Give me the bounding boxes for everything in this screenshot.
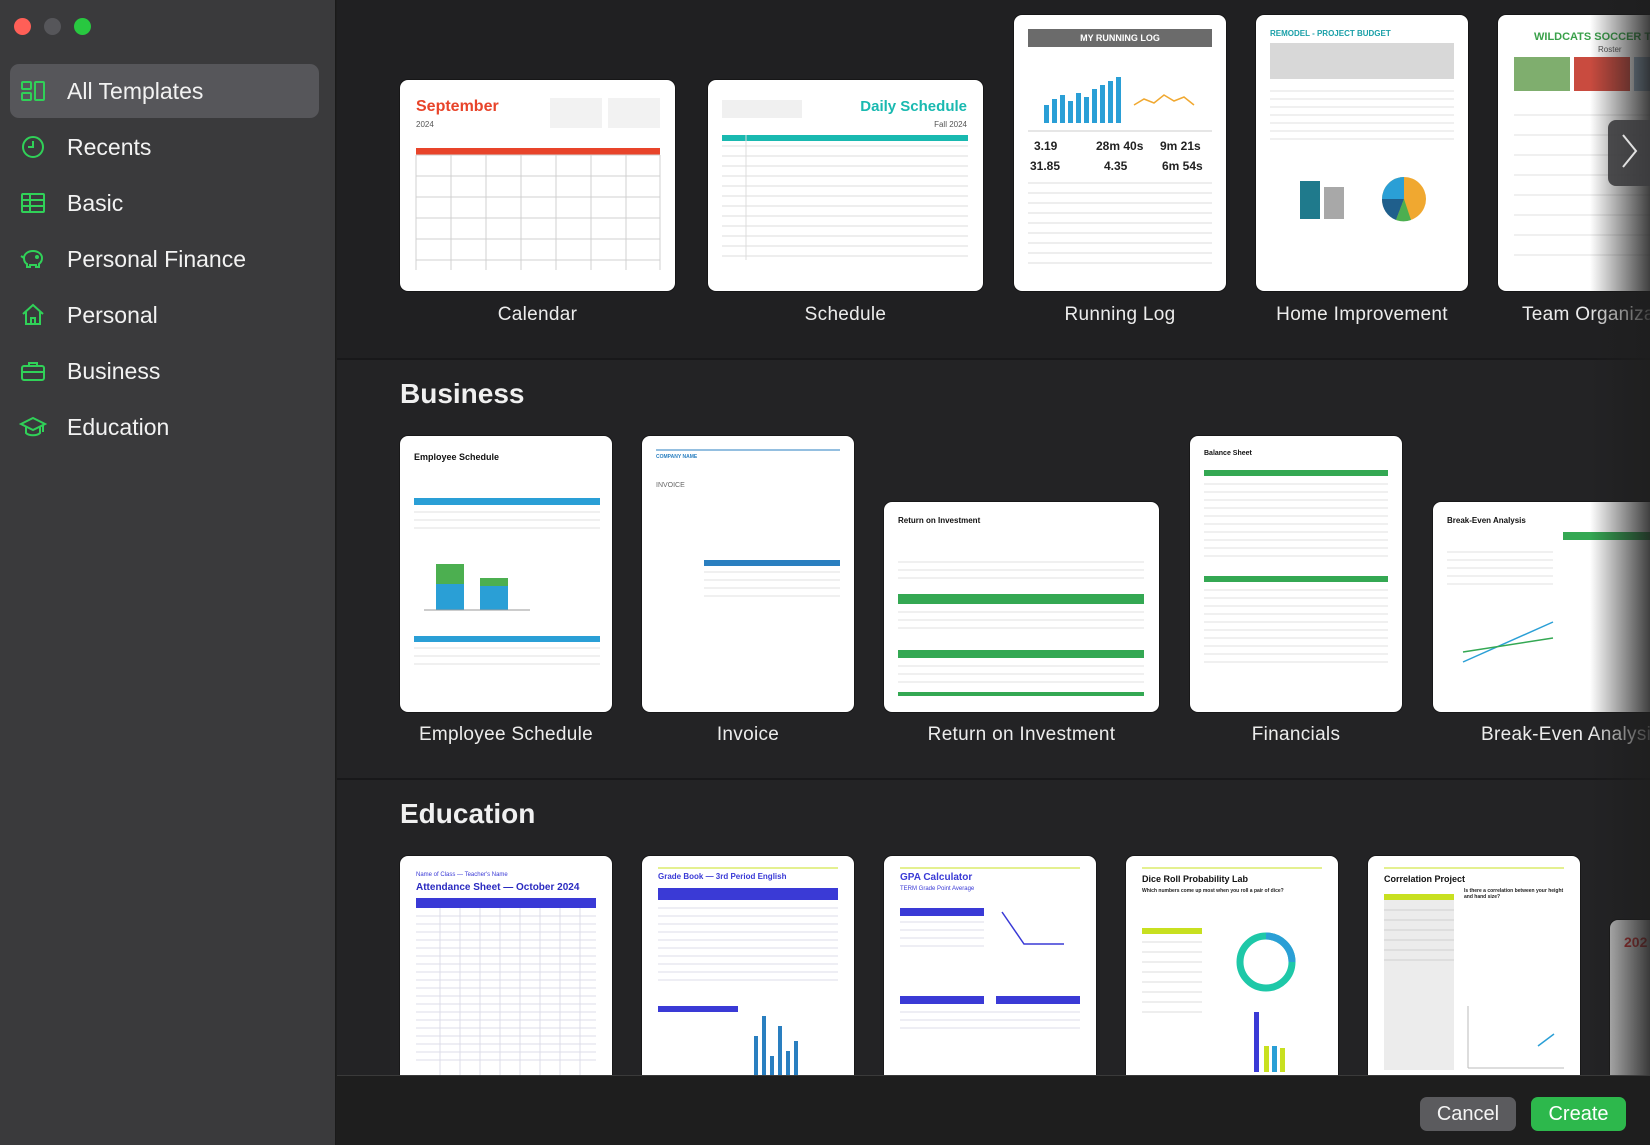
window-controls: [14, 18, 91, 35]
category-list: All Templates Recents Basic Personal Fin…: [10, 64, 319, 456]
template-label: Running Log: [1064, 304, 1176, 325]
all-templates-icon: [19, 77, 47, 105]
table-icon: [19, 189, 47, 217]
running-log-charts: [1028, 29, 1212, 264]
stat-time: 28m 40s: [1096, 139, 1144, 153]
invoice-content: [656, 449, 840, 597]
template-grade-book[interactable]: Grade Book — 3rd Period English: [642, 856, 854, 1075]
stat-total-distance: 31.85: [1030, 159, 1061, 173]
break-even-content: [1447, 532, 1650, 663]
cancel-button[interactable]: Cancel: [1420, 1097, 1516, 1131]
template-dice-roll-probability-lab[interactable]: Dice Roll Probability Lab Which numbers …: [1126, 856, 1338, 1075]
thumbnail-title: 202: [1624, 934, 1648, 950]
template-thumbnail: REMODEL - PROJECT BUDGET: [1256, 15, 1468, 291]
template-label: Employee Schedule: [418, 724, 594, 745]
template-label: Team Organiza: [1522, 304, 1650, 325]
template-schedule[interactable]: Daily Schedule Fall 2024 Schedule: [708, 80, 983, 340]
template-label: Break-Even Analysi: [1481, 724, 1650, 745]
calendar-grid: [415, 98, 661, 270]
sidebar-item-label: Basic: [67, 189, 124, 216]
sidebar-item-basic[interactable]: Basic: [10, 176, 319, 230]
template-thumbnail: Balance Sheet: [1190, 436, 1402, 712]
template-gallery: September 2024 Calendar Daily Schedule F…: [337, 0, 1650, 1075]
roi-content: [898, 561, 1144, 696]
template-thumbnail: Dice Roll Probability Lab Which numbers …: [1126, 856, 1338, 1075]
sidebar-item-label: Business: [67, 357, 161, 384]
template-label: Calendar: [497, 304, 578, 325]
dialog-footer: Cancel Create: [337, 1075, 1650, 1145]
gpa-content: [900, 867, 1080, 1029]
template-thumbnail: September 2024: [400, 80, 675, 291]
thumbnail-title: MY RUNNING LOG: [1080, 33, 1160, 43]
template-employee-schedule[interactable]: Employee Schedule Employee Schedule: [400, 436, 612, 752]
template-financials[interactable]: Balance Sheet Financials: [1190, 436, 1402, 752]
sidebar-item-label: Recents: [67, 133, 152, 160]
template-correlation-project[interactable]: Correlation Project Is there a correlati…: [1368, 856, 1580, 1075]
sidebar-item-all-templates[interactable]: All Templates: [10, 64, 319, 118]
minimize-window-button[interactable]: [44, 18, 61, 35]
schedule-grid: [722, 100, 968, 260]
sidebar-item-label: Personal: [67, 301, 158, 328]
template-thumbnail: Return on Investment: [884, 502, 1159, 712]
template-thumbnail: Break-Even Analysis: [1433, 502, 1650, 712]
template-thumbnail: GPA Calculator TERM Grade Point Average: [884, 856, 1096, 1075]
template-thumbnail: Employee Schedule: [400, 436, 612, 712]
grade-book-content: [658, 867, 838, 1075]
sidebar-item-education[interactable]: Education: [10, 400, 319, 454]
clock-icon: [19, 133, 47, 161]
template-gpa-calculator[interactable]: GPA Calculator TERM Grade Point Average: [884, 856, 1096, 1075]
attendance-grid: [416, 898, 596, 1075]
briefcase-icon: [19, 357, 47, 385]
template-label: Invoice: [716, 724, 780, 745]
template-label: Home Improvement: [1276, 304, 1448, 325]
section-title-business: Business: [400, 378, 525, 409]
sidebar-item-label: Education: [67, 413, 170, 440]
template-thumbnail: Daily Schedule Fall 2024: [708, 80, 983, 291]
dice-content: [1142, 867, 1322, 1072]
template-running-log[interactable]: MY RUNNING LOG 3.19 28m 40s 9m 21s 31.85…: [1014, 15, 1226, 340]
template-calendar[interactable]: September 2024 Calendar: [400, 80, 675, 340]
sidebar-item-recents[interactable]: Recents: [10, 120, 319, 174]
template-thumbnail: Correlation Project Is there a correlati…: [1368, 856, 1580, 1075]
template-partial[interactable]: 202: [1610, 920, 1650, 1075]
zoom-window-button[interactable]: [74, 18, 91, 35]
section-title-education: Education: [400, 798, 536, 829]
template-return-on-investment[interactable]: Return on Investment Return on Investmen…: [884, 502, 1159, 752]
stat-pace: 9m 21s: [1160, 139, 1201, 153]
template-label: Return on Investment: [927, 724, 1116, 745]
balance-sheet-content: [1204, 470, 1388, 663]
sidebar: All Templates Recents Basic Personal Fin…: [0, 0, 336, 1145]
correlation-content: [1384, 867, 1564, 1070]
chevron-right-icon: [1619, 133, 1639, 174]
house-icon: [19, 301, 47, 329]
sidebar-item-business[interactable]: Business: [10, 344, 319, 398]
template-thumbnail: Name of Class — Teacher's Name Attendanc…: [400, 856, 612, 1075]
stat-total-time: 4.35: [1104, 159, 1128, 173]
template-label: Schedule: [804, 304, 887, 325]
sidebar-item-personal[interactable]: Personal: [10, 288, 319, 342]
sidebar-item-label: Personal Finance: [67, 245, 246, 272]
template-invoice[interactable]: COMPANY NAME INVOICE Invoice: [642, 436, 854, 752]
template-break-even-analysis[interactable]: Break-Even Analysis Break-Even Analysi: [1433, 502, 1650, 752]
sidebar-item-label: All Templates: [67, 77, 204, 104]
template-thumbnail: COMPANY NAME INVOICE: [642, 436, 854, 712]
stat-best-pace: 6m 54s: [1162, 159, 1203, 173]
close-window-button[interactable]: [14, 18, 31, 35]
template-thumbnail: Grade Book — 3rd Period English: [642, 856, 854, 1075]
sidebar-item-personal-finance[interactable]: Personal Finance: [10, 232, 319, 286]
template-thumbnail: MY RUNNING LOG 3.19 28m 40s 9m 21s 31.85…: [1014, 15, 1226, 291]
template-label: Financials: [1251, 724, 1341, 745]
template-home-improvement[interactable]: REMODEL - PROJECT BUDGET Home Improvemen…: [1256, 15, 1468, 340]
budget-charts: [1270, 43, 1454, 222]
create-button[interactable]: Create: [1531, 1097, 1626, 1131]
employee-schedule-content: [414, 498, 600, 665]
scroll-next-button[interactable]: [1608, 120, 1650, 186]
graduation-cap-icon: [19, 413, 47, 441]
stat-distance: 3.19: [1034, 139, 1058, 153]
piggy-bank-icon: [19, 245, 47, 273]
template-attendance-sheet[interactable]: Name of Class — Teacher's Name Attendanc…: [400, 856, 612, 1075]
template-thumbnail: 202: [1610, 920, 1650, 1075]
